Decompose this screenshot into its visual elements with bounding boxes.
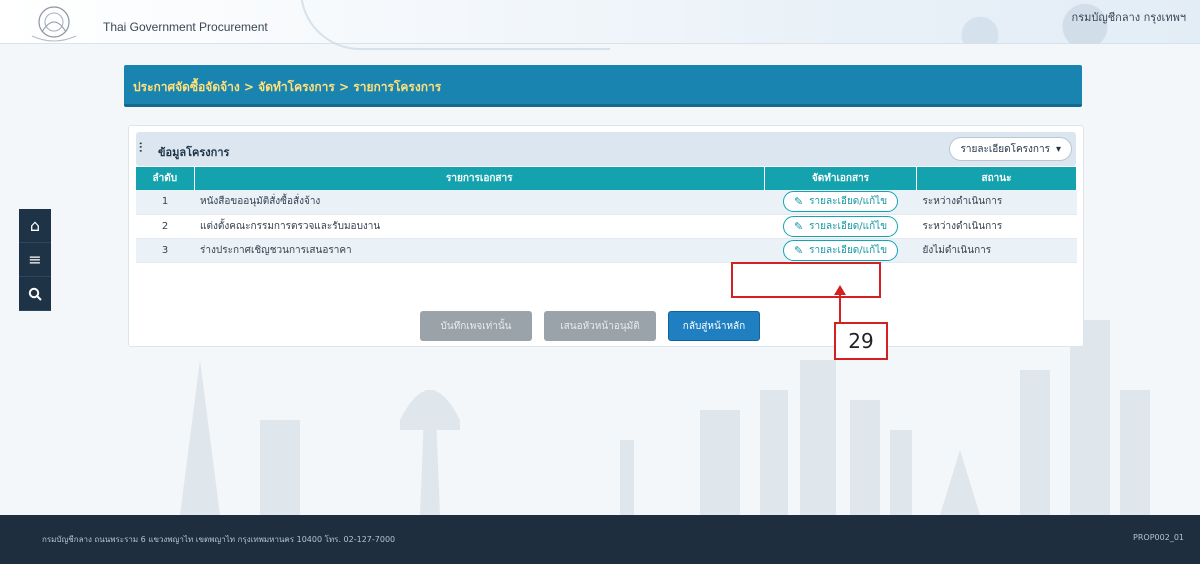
document-name: ร่างประกาศเชิญชวนการเสนอราคา xyxy=(194,238,765,263)
action-buttons: บันทึกเพจเท่านั้น เสนอหัวหน้าอนุมัติ กลั… xyxy=(420,311,760,341)
column-header-no: ลำดับ xyxy=(136,167,195,190)
submit-approval-button[interactable]: เสนอหัวหน้าอนุมัติ xyxy=(544,311,656,341)
row-number: 2 xyxy=(136,214,194,239)
document-name: หนังสือขออนุมัติสั่งซื้อสั่งจ้าง xyxy=(194,190,765,215)
site-title: Thai Government Procurement xyxy=(103,20,268,34)
side-toolbar: ⌂ ≡ xyxy=(19,209,51,311)
caret-down-icon: ▾ xyxy=(1055,143,1061,155)
status-text: ยังไม่ดำเนินการ xyxy=(916,238,1077,263)
edit-icon: ✎ xyxy=(793,195,804,209)
dropdown-label: รายละเอียดโครงการ xyxy=(960,143,1050,155)
search-button[interactable] xyxy=(19,277,51,311)
menu-icon: ≡ xyxy=(28,250,42,269)
search-icon xyxy=(28,287,42,301)
table-row: 1 หนังสือขออนุมัติสั่งซื้อสั่งจ้าง ✎ ราย… xyxy=(136,190,1077,215)
action-cell: ✎ รายละเอียด/แก้ไข xyxy=(764,214,917,239)
breadcrumb-text[interactable]: ประกาศจัดซื้อจัดจ้าง > จัดทำโครงการ > รา… xyxy=(133,78,441,97)
save-draft-button[interactable]: บันทึกเพจเท่านั้น xyxy=(420,311,532,341)
header-decoration xyxy=(300,0,610,50)
project-details-dropdown[interactable]: รายละเอียดโครงการ ▾ xyxy=(949,137,1072,161)
status-text: ระหว่างดำเนินการ xyxy=(916,214,1077,239)
status-text: ระหว่างดำเนินการ xyxy=(916,190,1077,215)
site-footer: กรมบัญชีกลาง ถนนพระราม 6 แขวงพญาไท เขตพญ… xyxy=(0,515,1200,564)
home-button[interactable]: ⌂ xyxy=(19,209,51,243)
row-number: 3 xyxy=(136,238,194,263)
home-icon: ⌂ xyxy=(29,216,41,235)
edit-button-label: รายละเอียด/แก้ไข xyxy=(809,220,888,232)
column-header-status: สถานะ xyxy=(916,167,1077,190)
back-to-home-button[interactable]: กลับสู่หน้าหลัก xyxy=(668,311,760,341)
table-header-row: ลำดับ รายการเอกสาร จัดทำเอกสาร สถานะ xyxy=(136,167,1077,190)
edit-details-button[interactable]: ✎ รายละเอียด/แก้ไข xyxy=(782,215,899,237)
table-row: 2 แต่งตั้งคณะกรรมการตรวจและรับมอบงาน ✎ ร… xyxy=(136,214,1077,239)
sliders-icon: ⫶ xyxy=(139,141,143,156)
action-cell: ✎ รายละเอียด/แก้ไข xyxy=(764,238,917,263)
column-header-document: รายการเอกสาร xyxy=(194,167,765,190)
annotation-arrow-icon xyxy=(834,285,846,323)
annotation-step-callout: 29 xyxy=(834,322,888,360)
edit-button-label: รายละเอียด/แก้ไข xyxy=(809,196,888,208)
footer-address: กรมบัญชีกลาง ถนนพระราม 6 แขวงพญาไท เขตพญ… xyxy=(42,535,396,544)
panel-title: ข้อมูลโครงการ xyxy=(158,146,230,159)
edit-icon: ✎ xyxy=(793,243,804,257)
edit-details-button-highlighted[interactable]: ✎ รายละเอียด/แก้ไข xyxy=(782,239,899,261)
document-name: แต่งตั้งคณะกรรมการตรวจและรับมอบงาน xyxy=(194,214,765,239)
page-code: PROP002_01 xyxy=(1133,533,1184,542)
breadcrumb: ประกาศจัดซื้อจัดจ้าง > จัดทำโครงการ > รา… xyxy=(124,65,1082,107)
panel-header: ⫶ ข้อมูลโครงการ รายละเอียดโครงการ ▾ xyxy=(136,132,1076,166)
site-header: Thai Government Procurement กรมบัญชีกลาง… xyxy=(0,0,1200,50)
edit-details-button[interactable]: ✎ รายละเอียด/แก้ไข xyxy=(782,191,899,213)
action-cell: ✎ รายละเอียด/แก้ไข xyxy=(764,190,917,215)
user-agency-link[interactable]: กรมบัญชีกลาง กรุงเทพฯ xyxy=(1072,8,1186,26)
table-row: 3 ร่างประกาศเชิญชวนการเสนอราคา ✎ รายละเอ… xyxy=(136,238,1077,263)
row-number: 1 xyxy=(136,190,194,215)
menu-button[interactable]: ≡ xyxy=(19,243,51,277)
edit-icon: ✎ xyxy=(793,219,804,233)
column-header-action: จัดทำเอกสาร xyxy=(764,167,917,190)
edit-button-label: รายละเอียด/แก้ไข xyxy=(809,244,888,256)
government-emblem-icon xyxy=(31,6,77,42)
documents-table: ลำดับ รายการเอกสาร จัดทำเอกสาร สถานะ 1 ห… xyxy=(136,167,1077,263)
